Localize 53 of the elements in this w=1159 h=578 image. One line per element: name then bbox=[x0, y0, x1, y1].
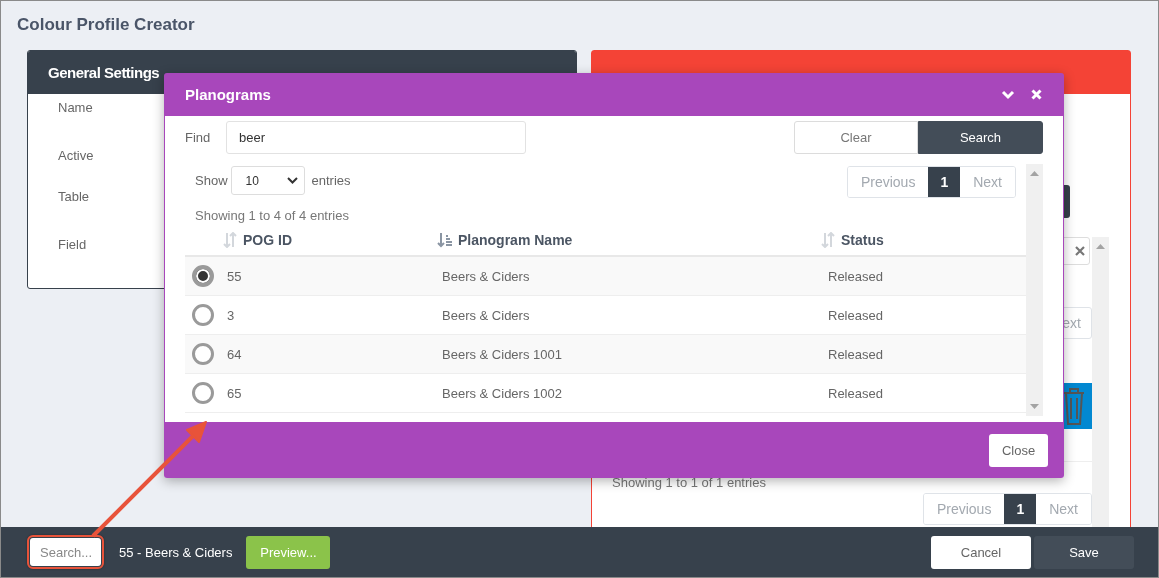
radio-button[interactable] bbox=[192, 382, 214, 404]
show-label: Show bbox=[195, 173, 228, 188]
column-header[interactable]: POG ID bbox=[243, 232, 292, 248]
radio-button[interactable] bbox=[192, 343, 214, 365]
radio-button[interactable] bbox=[192, 265, 214, 287]
table-cell: Beers & Ciders 1001 bbox=[437, 334, 820, 374]
scroll-up-icon[interactable] bbox=[1030, 171, 1039, 176]
sort-descending-icon[interactable] bbox=[437, 232, 453, 248]
find-label: Find bbox=[185, 130, 212, 145]
column-header[interactable]: Status bbox=[841, 232, 884, 248]
page-button[interactable]: 1 bbox=[1004, 494, 1037, 524]
table-cell: 65 bbox=[222, 373, 437, 413]
sort-icon[interactable] bbox=[222, 232, 238, 248]
column-header[interactable]: Planogram Name bbox=[458, 232, 573, 248]
scroll-down-icon[interactable] bbox=[1030, 404, 1039, 409]
entries-label: entries bbox=[311, 173, 351, 188]
entries-summary: Showing 1 to 1 of 1 entries bbox=[612, 475, 767, 490]
save-button[interactable]: Save bbox=[1034, 535, 1134, 569]
page-button[interactable]: 1 bbox=[928, 167, 961, 197]
field-label: Active bbox=[58, 148, 94, 165]
scrollbar[interactable] bbox=[1026, 164, 1043, 416]
table-cell: 55 bbox=[222, 256, 437, 296]
field-label: Field bbox=[58, 237, 87, 254]
clear-button[interactable]: Clear bbox=[794, 121, 918, 154]
field-label: Table bbox=[58, 189, 90, 206]
scrollbar[interactable] bbox=[1092, 237, 1109, 527]
selected-planogram: 55 - Beers & Ciders bbox=[119, 544, 233, 560]
find-field[interactable]: beer bbox=[226, 121, 526, 154]
radio-button[interactable] bbox=[192, 304, 214, 326]
close-button[interactable]: Close bbox=[989, 433, 1048, 467]
page-title: Colour Profile Creator bbox=[17, 15, 195, 34]
table-cell: 3 bbox=[222, 295, 437, 335]
entries-summary: Showing 1 to 4 of 4 entries bbox=[194, 208, 350, 225]
panel-title: General Settings bbox=[48, 64, 160, 81]
field-label: Name bbox=[58, 100, 93, 117]
trash-icon[interactable] bbox=[1062, 386, 1086, 426]
close-icon[interactable] bbox=[1031, 89, 1042, 100]
search-field[interactable]: Search... bbox=[30, 538, 101, 566]
chevron-down-icon[interactable] bbox=[1001, 89, 1015, 100]
table-cell: Beers & Ciders bbox=[437, 295, 820, 335]
page-size-select[interactable]: 10 bbox=[230, 166, 305, 195]
table-cell: Beers & Ciders bbox=[437, 256, 820, 296]
table-cell: Beers & Ciders 1002 bbox=[437, 373, 820, 413]
sort-icon[interactable] bbox=[820, 232, 836, 248]
clear-icon[interactable] bbox=[1075, 246, 1085, 256]
table-cell: 64 bbox=[222, 334, 437, 374]
caret-icon bbox=[286, 177, 298, 184]
cancel-button[interactable]: Cancel bbox=[931, 535, 1031, 569]
dialog-title: Planograms bbox=[185, 86, 272, 103]
scroll-up-icon[interactable] bbox=[1096, 244, 1105, 249]
search-button[interactable]: Search bbox=[918, 121, 1043, 154]
table-cell: Released bbox=[820, 256, 1026, 296]
table-cell: Released bbox=[820, 334, 1026, 374]
